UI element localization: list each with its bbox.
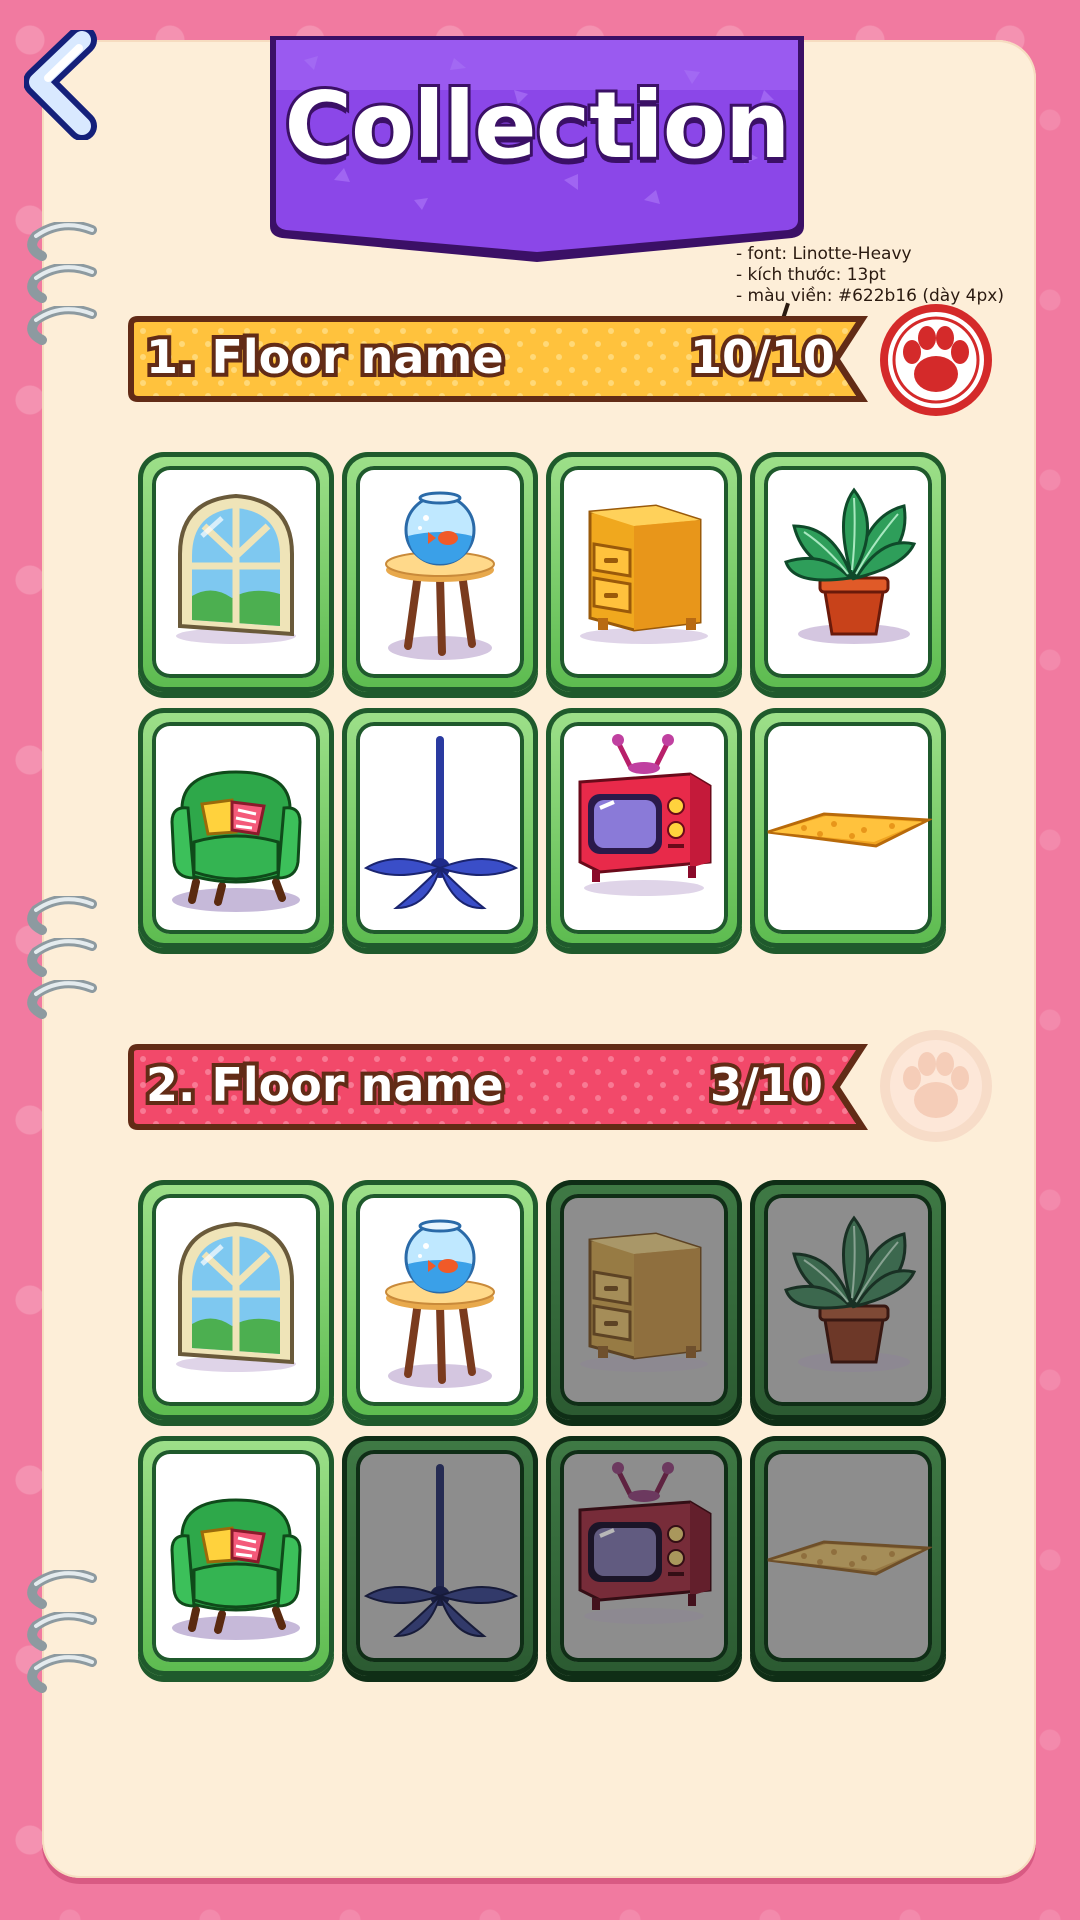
collection-card[interactable]	[750, 1436, 946, 1676]
annotation-size: - kích thước: 13pt	[736, 265, 886, 285]
paw-badge-icon[interactable]	[876, 300, 996, 420]
card-slot	[356, 466, 524, 678]
card-slot	[356, 722, 524, 934]
floor-2-progress: 3/10	[706, 1054, 827, 1116]
fishbowl-table-icon	[385, 1219, 495, 1388]
collection-card[interactable]	[138, 1436, 334, 1676]
drawer-cabinet-icon	[580, 1232, 708, 1372]
collection-card[interactable]	[546, 1436, 742, 1676]
spiral-ring-icon	[27, 896, 97, 935]
card-slot	[356, 1194, 524, 1406]
collection-card[interactable]	[750, 708, 946, 948]
rug-icon	[767, 1540, 932, 1576]
fishbowl-table-icon	[385, 491, 495, 660]
spiral-ring-icon	[27, 938, 97, 977]
floor-1-progress: 10/10	[686, 326, 839, 388]
card-slot	[356, 1450, 524, 1662]
floor-1-name: 1. Floor name	[142, 326, 508, 388]
collection-card[interactable]	[342, 452, 538, 692]
drawer-cabinet-icon	[580, 504, 708, 644]
spiral-ring-icon	[27, 1570, 97, 1609]
spiral-ring-icon	[27, 264, 97, 303]
collection-card[interactable]	[546, 708, 742, 948]
potted-plant-icon	[784, 487, 917, 644]
collection-card[interactable]	[546, 452, 742, 692]
chevron-left-icon	[23, 25, 97, 141]
spiral-ring-icon	[27, 222, 97, 261]
back-button[interactable]	[23, 25, 104, 141]
collection-card[interactable]	[750, 452, 946, 692]
card-slot	[764, 722, 932, 934]
window-icon	[176, 1221, 296, 1372]
ceiling-fan-icon	[363, 1464, 519, 1638]
collection-card[interactable]	[138, 452, 334, 692]
collection-card[interactable]	[342, 1436, 538, 1676]
potted-plant-icon	[784, 1215, 917, 1372]
card-slot	[764, 466, 932, 678]
retro-tv-icon	[578, 1462, 712, 1624]
card-slot	[152, 1450, 320, 1662]
floor-2-name: 2. Floor name	[142, 1054, 508, 1116]
spiral-ring-icon	[27, 1654, 97, 1693]
card-slot	[560, 1450, 728, 1662]
retro-tv-icon	[578, 734, 712, 896]
spiral-ring-icon	[27, 980, 97, 1019]
card-slot	[152, 1194, 320, 1406]
card-slot	[152, 722, 320, 934]
card-slot	[764, 1450, 932, 1662]
collection-card[interactable]	[342, 1180, 538, 1420]
card-slot	[560, 466, 728, 678]
collection-card[interactable]	[546, 1180, 742, 1420]
collection-card[interactable]	[342, 708, 538, 948]
ceiling-fan-icon	[363, 736, 519, 910]
rug-icon	[767, 812, 932, 848]
card-slot	[560, 722, 728, 934]
window-icon	[176, 493, 296, 644]
page-title: Collection	[282, 69, 794, 182]
annotation-font: - font: Linotte-Heavy	[736, 244, 912, 264]
card-slot	[560, 1194, 728, 1406]
collection-card[interactable]	[750, 1180, 946, 1420]
collection-card[interactable]	[138, 708, 334, 948]
card-slot	[764, 1194, 932, 1406]
paw-badge-icon	[880, 1030, 992, 1142]
armchair-icon	[170, 1498, 302, 1640]
card-slot	[152, 466, 320, 678]
spiral-ring-icon	[27, 306, 97, 345]
armchair-icon	[170, 770, 302, 912]
design-annotation: - font: Linotte-Heavy - kích thước: 13pt…	[736, 244, 1004, 307]
spiral-ring-icon	[27, 1612, 97, 1651]
collection-card[interactable]	[138, 1180, 334, 1420]
